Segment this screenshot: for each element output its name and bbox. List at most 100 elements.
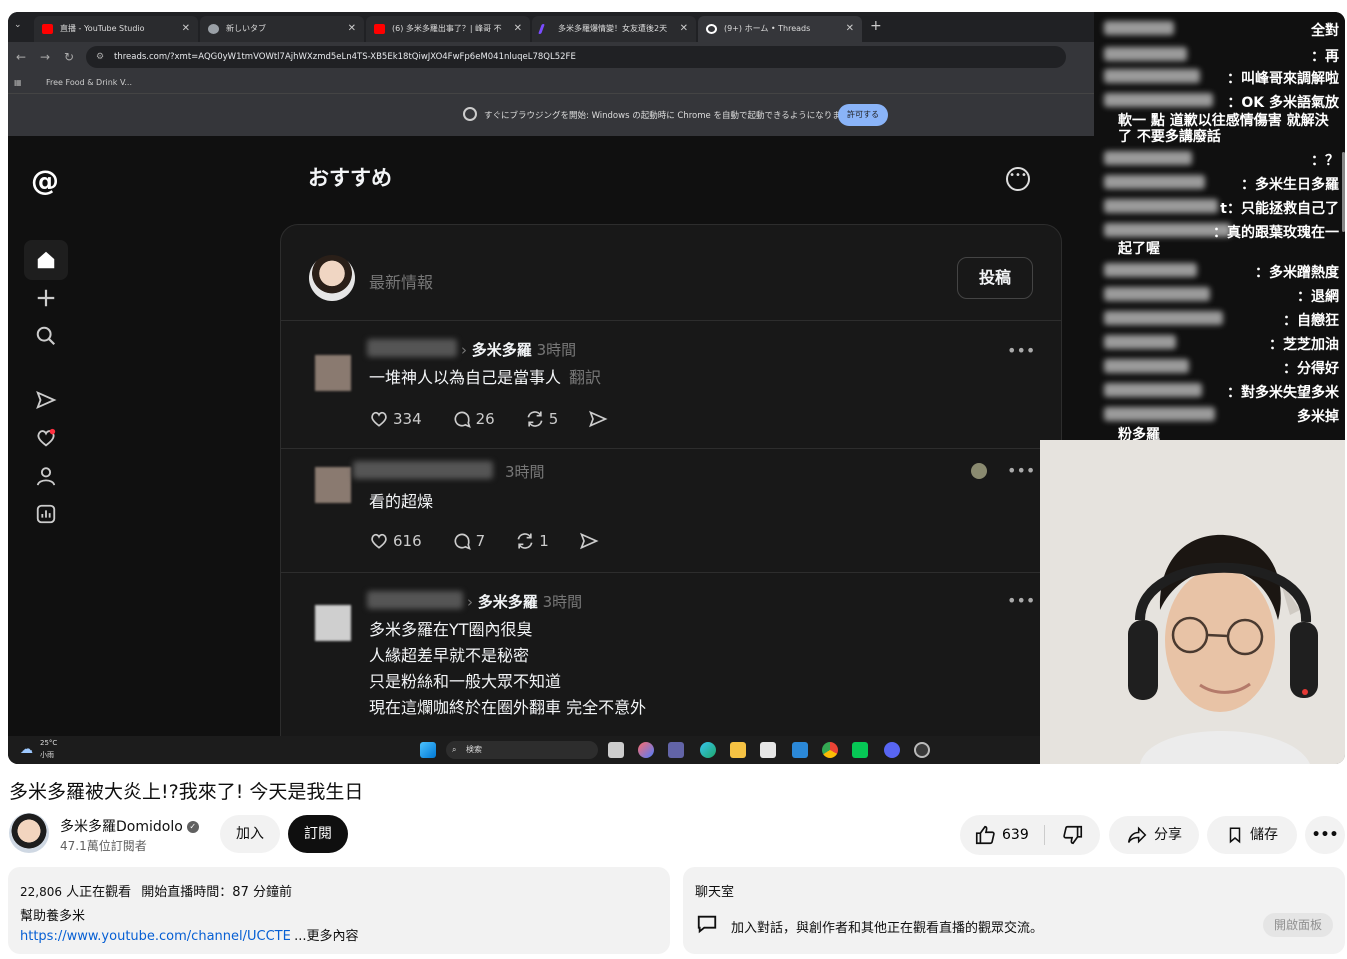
send-nav-button[interactable] bbox=[24, 380, 68, 420]
chat-message: ：芝芝加油 bbox=[1094, 334, 1345, 353]
share-button[interactable] bbox=[579, 531, 599, 551]
share-button[interactable] bbox=[588, 409, 608, 429]
repost-button[interactable]: 5 bbox=[525, 409, 558, 429]
post-meta: › 多米多羅 3時間 bbox=[461, 341, 577, 359]
video-description[interactable]: 22,806 人正在觀看 開始直播時間：87 分鐘前 幫助養多米 https:/… bbox=[8, 867, 670, 954]
like-dislike-bar: 639 bbox=[960, 815, 1100, 855]
activity-nav-button[interactable] bbox=[24, 418, 68, 458]
show-more-link[interactable]: ...更多內容 bbox=[294, 929, 358, 944]
insights-nav-button[interactable] bbox=[24, 494, 68, 534]
subscribe-button[interactable]: 訂閱 bbox=[288, 815, 348, 853]
post-author[interactable]: 多米多羅 bbox=[472, 341, 532, 359]
profile-nav-button[interactable] bbox=[24, 456, 68, 496]
chat-message: ：分得好 bbox=[1094, 358, 1345, 377]
back-arrow-icon[interactable]: ← bbox=[16, 50, 26, 64]
blurred-username bbox=[367, 591, 463, 609]
tab-threads[interactable]: (9+) ホーム • Threads ✕ bbox=[698, 16, 862, 42]
chat-message-text: 全對 bbox=[1311, 23, 1339, 39]
description-link[interactable]: https://www.youtube.com/channel/UCCTE... bbox=[20, 929, 290, 944]
allow-button[interactable]: 許可する bbox=[838, 104, 888, 126]
chat-message-text: 粉多羅 bbox=[1118, 427, 1160, 440]
stream-stats: 22,806 人正在觀看 開始直播時間：87 分鐘前 bbox=[20, 881, 292, 900]
site-info-icon[interactable]: ⚙ bbox=[96, 46, 104, 68]
close-tab-icon[interactable]: ✕ bbox=[514, 16, 522, 42]
thread-post[interactable]: 3時間 ••• 看的超燥 616 7 1 bbox=[281, 449, 1061, 573]
new-tab-button[interactable]: + bbox=[870, 18, 882, 34]
line-icon[interactable] bbox=[852, 742, 868, 758]
thread-post[interactable]: › 多米多羅 3時間 ••• 多米多羅在YT圈內很臭 人緣超差早就不是秘密 只是… bbox=[281, 573, 1061, 743]
share-button[interactable]: 分享 bbox=[1109, 816, 1199, 854]
save-button[interactable]: 儲存 bbox=[1207, 816, 1297, 854]
channel-name[interactable]: 多米多羅Domidolo ✓ bbox=[60, 816, 199, 836]
like-button[interactable]: 334 bbox=[369, 409, 422, 429]
tab-news-article[interactable]: 多米多羅爆情變！女友遭後2天 ✕ bbox=[532, 16, 696, 42]
chrome-icon[interactable] bbox=[822, 742, 838, 758]
comment-icon bbox=[454, 533, 471, 550]
repost-count: 1 bbox=[539, 532, 549, 550]
edge-icon[interactable] bbox=[700, 742, 716, 758]
discord-icon[interactable] bbox=[884, 742, 900, 758]
copilot-icon[interactable] bbox=[638, 742, 654, 758]
chrome-logo-icon bbox=[463, 107, 477, 121]
post-more-icon[interactable]: ••• bbox=[1007, 461, 1035, 480]
create-nav-button[interactable] bbox=[24, 278, 68, 318]
feed-title[interactable]: おすすめ bbox=[308, 162, 392, 192]
thread-post[interactable]: › 多米多羅 3時間 ••• 一堆神人以為自己是當事人 翻訳 334 26 5 bbox=[281, 321, 1061, 449]
home-nav-button[interactable] bbox=[24, 240, 68, 280]
close-tab-icon[interactable]: ✕ bbox=[680, 16, 688, 42]
reply-button[interactable]: 7 bbox=[452, 531, 485, 551]
mail-icon[interactable] bbox=[792, 742, 808, 758]
file-explorer-icon[interactable] bbox=[730, 742, 746, 758]
close-tab-icon[interactable]: ✕ bbox=[182, 16, 190, 42]
video-player[interactable]: ⌄ 直播 - YouTube Studio ✕ 新しいタブ ✕ (6) 多米多羅… bbox=[8, 12, 1345, 764]
repost-button[interactable]: 1 bbox=[515, 531, 549, 551]
address-bar[interactable]: ⚙ threads.com/?xmt=AQG0yW1tmVOWtl7AjhWXz… bbox=[86, 46, 1066, 68]
thumbs-up-icon bbox=[975, 825, 995, 845]
open-panel-button[interactable]: 開啟面板 bbox=[1263, 913, 1333, 937]
close-tab-icon[interactable]: ✕ bbox=[348, 16, 356, 42]
save-label: 儲存 bbox=[1250, 827, 1278, 843]
post-button[interactable]: 投稿 bbox=[957, 257, 1033, 299]
bookmark-icon bbox=[1229, 827, 1241, 844]
threads-logo-icon[interactable]: @ bbox=[30, 166, 60, 196]
join-button[interactable]: 加入 bbox=[220, 815, 280, 853]
chat-overlay: 全對 ：再 ：叫峰哥來調解啦 ：OK 多米語氣放 軟一 點 道歉以往感情傷害 就解決了 … bbox=[1094, 12, 1345, 440]
store-icon[interactable] bbox=[760, 742, 776, 758]
teams-icon[interactable] bbox=[668, 742, 684, 758]
post-time: 3時間 bbox=[505, 463, 545, 481]
chat-join-prompt: 加入對話，與創作者和其他正在觀看直播的觀眾交流。 bbox=[731, 921, 1044, 936]
post-author[interactable]: 多米多羅 bbox=[478, 593, 538, 611]
post-avatar[interactable] bbox=[315, 355, 351, 391]
weather-desc: 小雨 bbox=[40, 751, 54, 759]
like-button[interactable]: 639 bbox=[974, 824, 1029, 846]
post-avatar[interactable] bbox=[315, 605, 351, 641]
close-tab-icon[interactable]: ✕ bbox=[846, 16, 854, 42]
forward-arrow-icon[interactable]: → bbox=[40, 50, 50, 64]
tab-label: (6) 多米多羅出事了？| 峰哥 不 bbox=[392, 24, 502, 33]
tab-youtube-video[interactable]: (6) 多米多羅出事了？| 峰哥 不 ✕ bbox=[366, 16, 530, 42]
tab-youtube-studio[interactable]: 直播 - YouTube Studio ✕ bbox=[34, 16, 198, 42]
channel-avatar[interactable] bbox=[9, 813, 49, 853]
search-nav-button[interactable] bbox=[24, 316, 68, 356]
apps-grid-icon[interactable]: ▦ bbox=[14, 72, 22, 94]
reload-icon[interactable]: ↻ bbox=[64, 50, 74, 64]
post-more-icon[interactable]: ••• bbox=[1007, 341, 1035, 360]
compose-box[interactable]: 最新情報 投稿 bbox=[281, 225, 1061, 321]
bookmark-item[interactable]: Free Food & Drink V... bbox=[46, 78, 132, 87]
task-view-icon[interactable] bbox=[608, 742, 624, 758]
more-actions-button[interactable]: ••• bbox=[1305, 816, 1345, 854]
post-more-icon[interactable]: ••• bbox=[1007, 591, 1035, 610]
compose-placeholder[interactable]: 最新情報 bbox=[369, 269, 433, 293]
taskbar-search[interactable]: ⌕ 検索 bbox=[446, 741, 598, 759]
tab-new-tab[interactable]: 新しいタブ ✕ bbox=[200, 16, 364, 42]
weather-icon[interactable]: ☁ bbox=[20, 742, 33, 757]
reply-button[interactable]: 26 bbox=[452, 409, 495, 429]
obs-icon[interactable] bbox=[914, 742, 930, 758]
dislike-button[interactable] bbox=[1062, 824, 1084, 850]
translate-link[interactable]: 翻訳 bbox=[569, 368, 601, 387]
post-avatar[interactable] bbox=[315, 467, 351, 503]
tab-search-icon[interactable]: ⌄ bbox=[14, 20, 22, 30]
feed-options-icon[interactable]: ••• bbox=[1006, 167, 1030, 191]
start-icon[interactable] bbox=[420, 742, 436, 758]
like-button[interactable]: 616 bbox=[369, 531, 422, 551]
